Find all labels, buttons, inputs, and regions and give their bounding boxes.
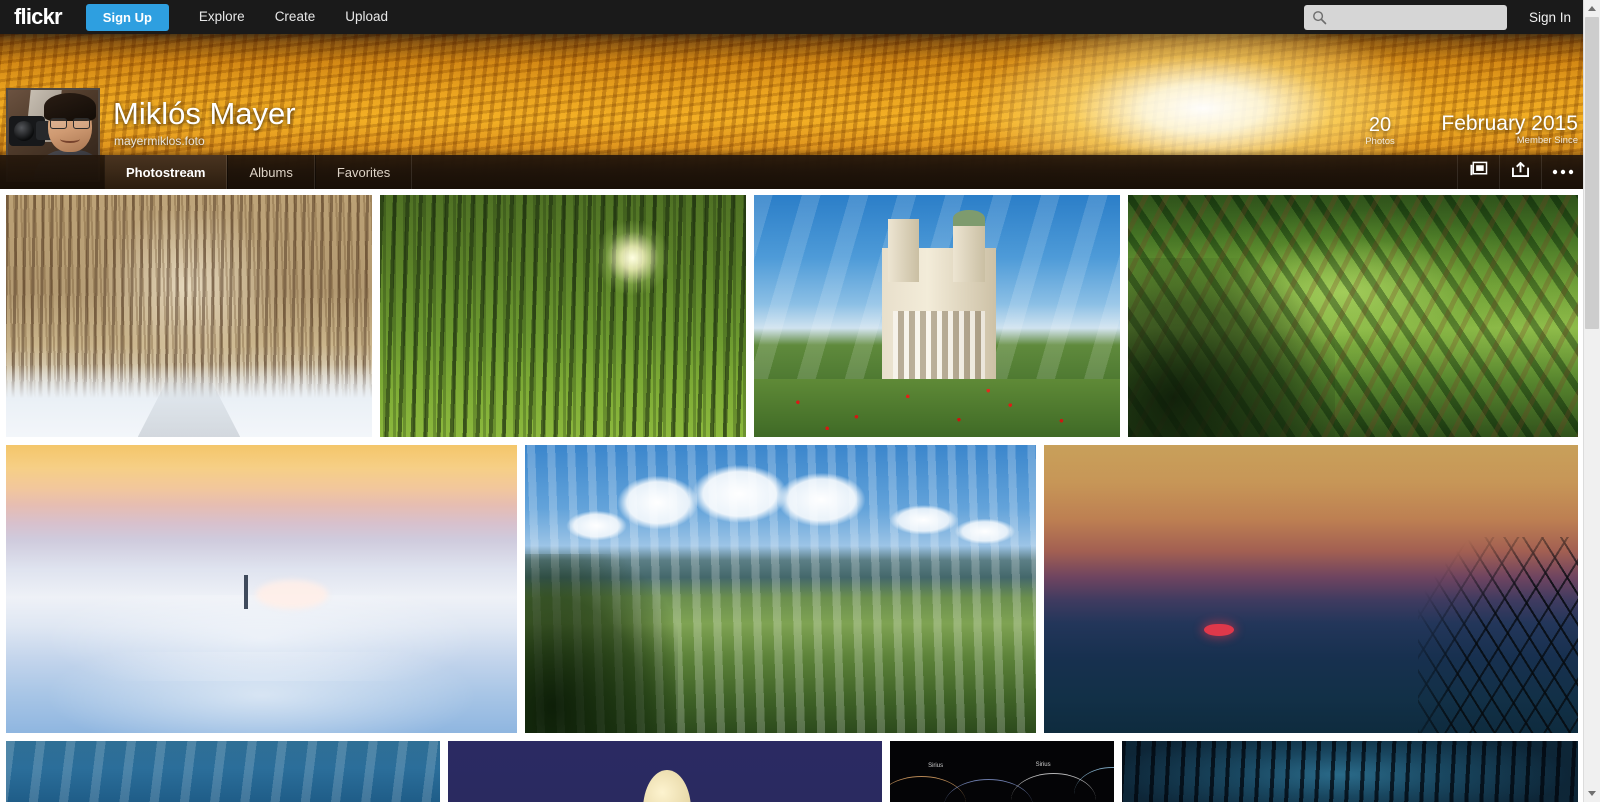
tab-photostream[interactable]: Photostream [104, 155, 228, 189]
photo-thumbnail[interactable] [1128, 195, 1578, 437]
search-input[interactable] [1303, 4, 1507, 30]
sign-in-link[interactable]: Sign In [1529, 10, 1571, 25]
photo-thumbnail[interactable] [754, 195, 1120, 437]
cloud-sea-dawn-photo [6, 445, 517, 733]
photo-thumbnail[interactable] [448, 741, 882, 802]
search-icon [1312, 10, 1327, 30]
cathedral-dome [953, 209, 985, 227]
tab-bar-filler [412, 155, 1457, 189]
photo-thumbnail[interactable] [6, 741, 440, 802]
tree-branch-silhouette [1417, 537, 1578, 733]
star-trails-photo: Sirius Sirius [890, 741, 1114, 802]
nav-link-upload[interactable]: Upload [345, 10, 388, 24]
aerial-hillside-village-photo [1128, 195, 1578, 437]
member-since-value: February 2015 [1441, 112, 1578, 135]
red-sunset-photo [1044, 445, 1578, 733]
more-options-button[interactable] [1541, 155, 1583, 189]
search-box[interactable] [1303, 4, 1507, 30]
star-label: Sirius [928, 762, 944, 769]
cathedral-columns [893, 311, 985, 384]
fog-wave-lower [6, 652, 517, 733]
tab-favorites[interactable]: Favorites [314, 155, 413, 189]
nav-link-create[interactable]: Create [275, 10, 316, 24]
cathedral-poppies-photo [754, 195, 1120, 437]
photo-thumbnail[interactable] [6, 445, 517, 733]
flickr-logo[interactable]: flickr [14, 6, 63, 28]
sign-up-button[interactable]: Sign Up [85, 3, 169, 31]
winter-forest-road-photo [6, 195, 372, 437]
avatar-hair [44, 93, 96, 121]
avatar-smile [60, 135, 80, 143]
photos-label: Photos [1365, 136, 1395, 147]
star-trail-arc [1073, 766, 1114, 802]
nav-link-explore[interactable]: Explore [199, 10, 245, 24]
vertical-scrollbar[interactable] [1583, 0, 1600, 802]
profile-alias[interactable]: mayermiklos.foto [114, 135, 205, 147]
misty-night-forest-photo [1122, 741, 1578, 802]
scroll-down-button[interactable] [1584, 785, 1600, 802]
camera-lens-icon [14, 121, 34, 141]
photo-thumbnail[interactable] [525, 445, 1036, 733]
green-forest-sunbeam-photo [380, 195, 746, 437]
scroll-down-arrow-icon [1588, 791, 1596, 796]
tab-albums[interactable]: Albums [227, 155, 315, 189]
moon-disc [643, 770, 692, 802]
cathedral-tower-left [887, 219, 919, 283]
photo-thumbnail[interactable] [6, 195, 372, 437]
photo-thumbnail[interactable] [1122, 741, 1578, 802]
tab-bar-avatar-spacer [0, 155, 104, 189]
cloud-puff [256, 580, 328, 610]
photo-grid: Sirius Sirius [0, 189, 1583, 802]
stat-member-since: February 2015 Member Since [1418, 112, 1578, 147]
more-options-icon [1552, 163, 1574, 181]
slideshow-button[interactable] [1457, 155, 1499, 189]
photo-thumbnail[interactable] [1044, 445, 1578, 733]
valley-panorama-photo [525, 445, 1036, 733]
share-icon [1511, 161, 1530, 183]
share-button[interactable] [1499, 155, 1541, 189]
glasses-icon [50, 118, 90, 129]
poppy-field [754, 378, 1120, 437]
photo-thumbnail[interactable]: Sirius Sirius [890, 741, 1114, 802]
red-sun-disc [1204, 623, 1234, 636]
top-navigation-bar: flickr Sign Up Explore Create Upload Sig… [0, 0, 1583, 34]
photo-thumbnail[interactable] [380, 195, 746, 437]
nav-right-group: Sign In [1303, 4, 1583, 30]
stat-photos: 20 Photos [1352, 115, 1408, 148]
star-label: Sirius [1035, 761, 1051, 768]
slideshow-icon [1469, 161, 1488, 183]
tower-peak [243, 574, 249, 610]
cathedral-tower-right [953, 219, 985, 283]
photos-count: 20 [1368, 114, 1392, 136]
moon-night-photo [448, 741, 882, 802]
profile-name: Miklós Mayer [113, 96, 296, 131]
scroll-thumb[interactable] [1585, 17, 1599, 329]
scroll-up-arrow-icon [1588, 6, 1596, 11]
member-since-label: Member Since [1516, 135, 1578, 147]
blue-sky-clouds-photo [6, 741, 440, 802]
profile-tab-bar: Photostream Albums Favorites [0, 155, 1583, 189]
scroll-up-button[interactable] [1584, 0, 1600, 17]
